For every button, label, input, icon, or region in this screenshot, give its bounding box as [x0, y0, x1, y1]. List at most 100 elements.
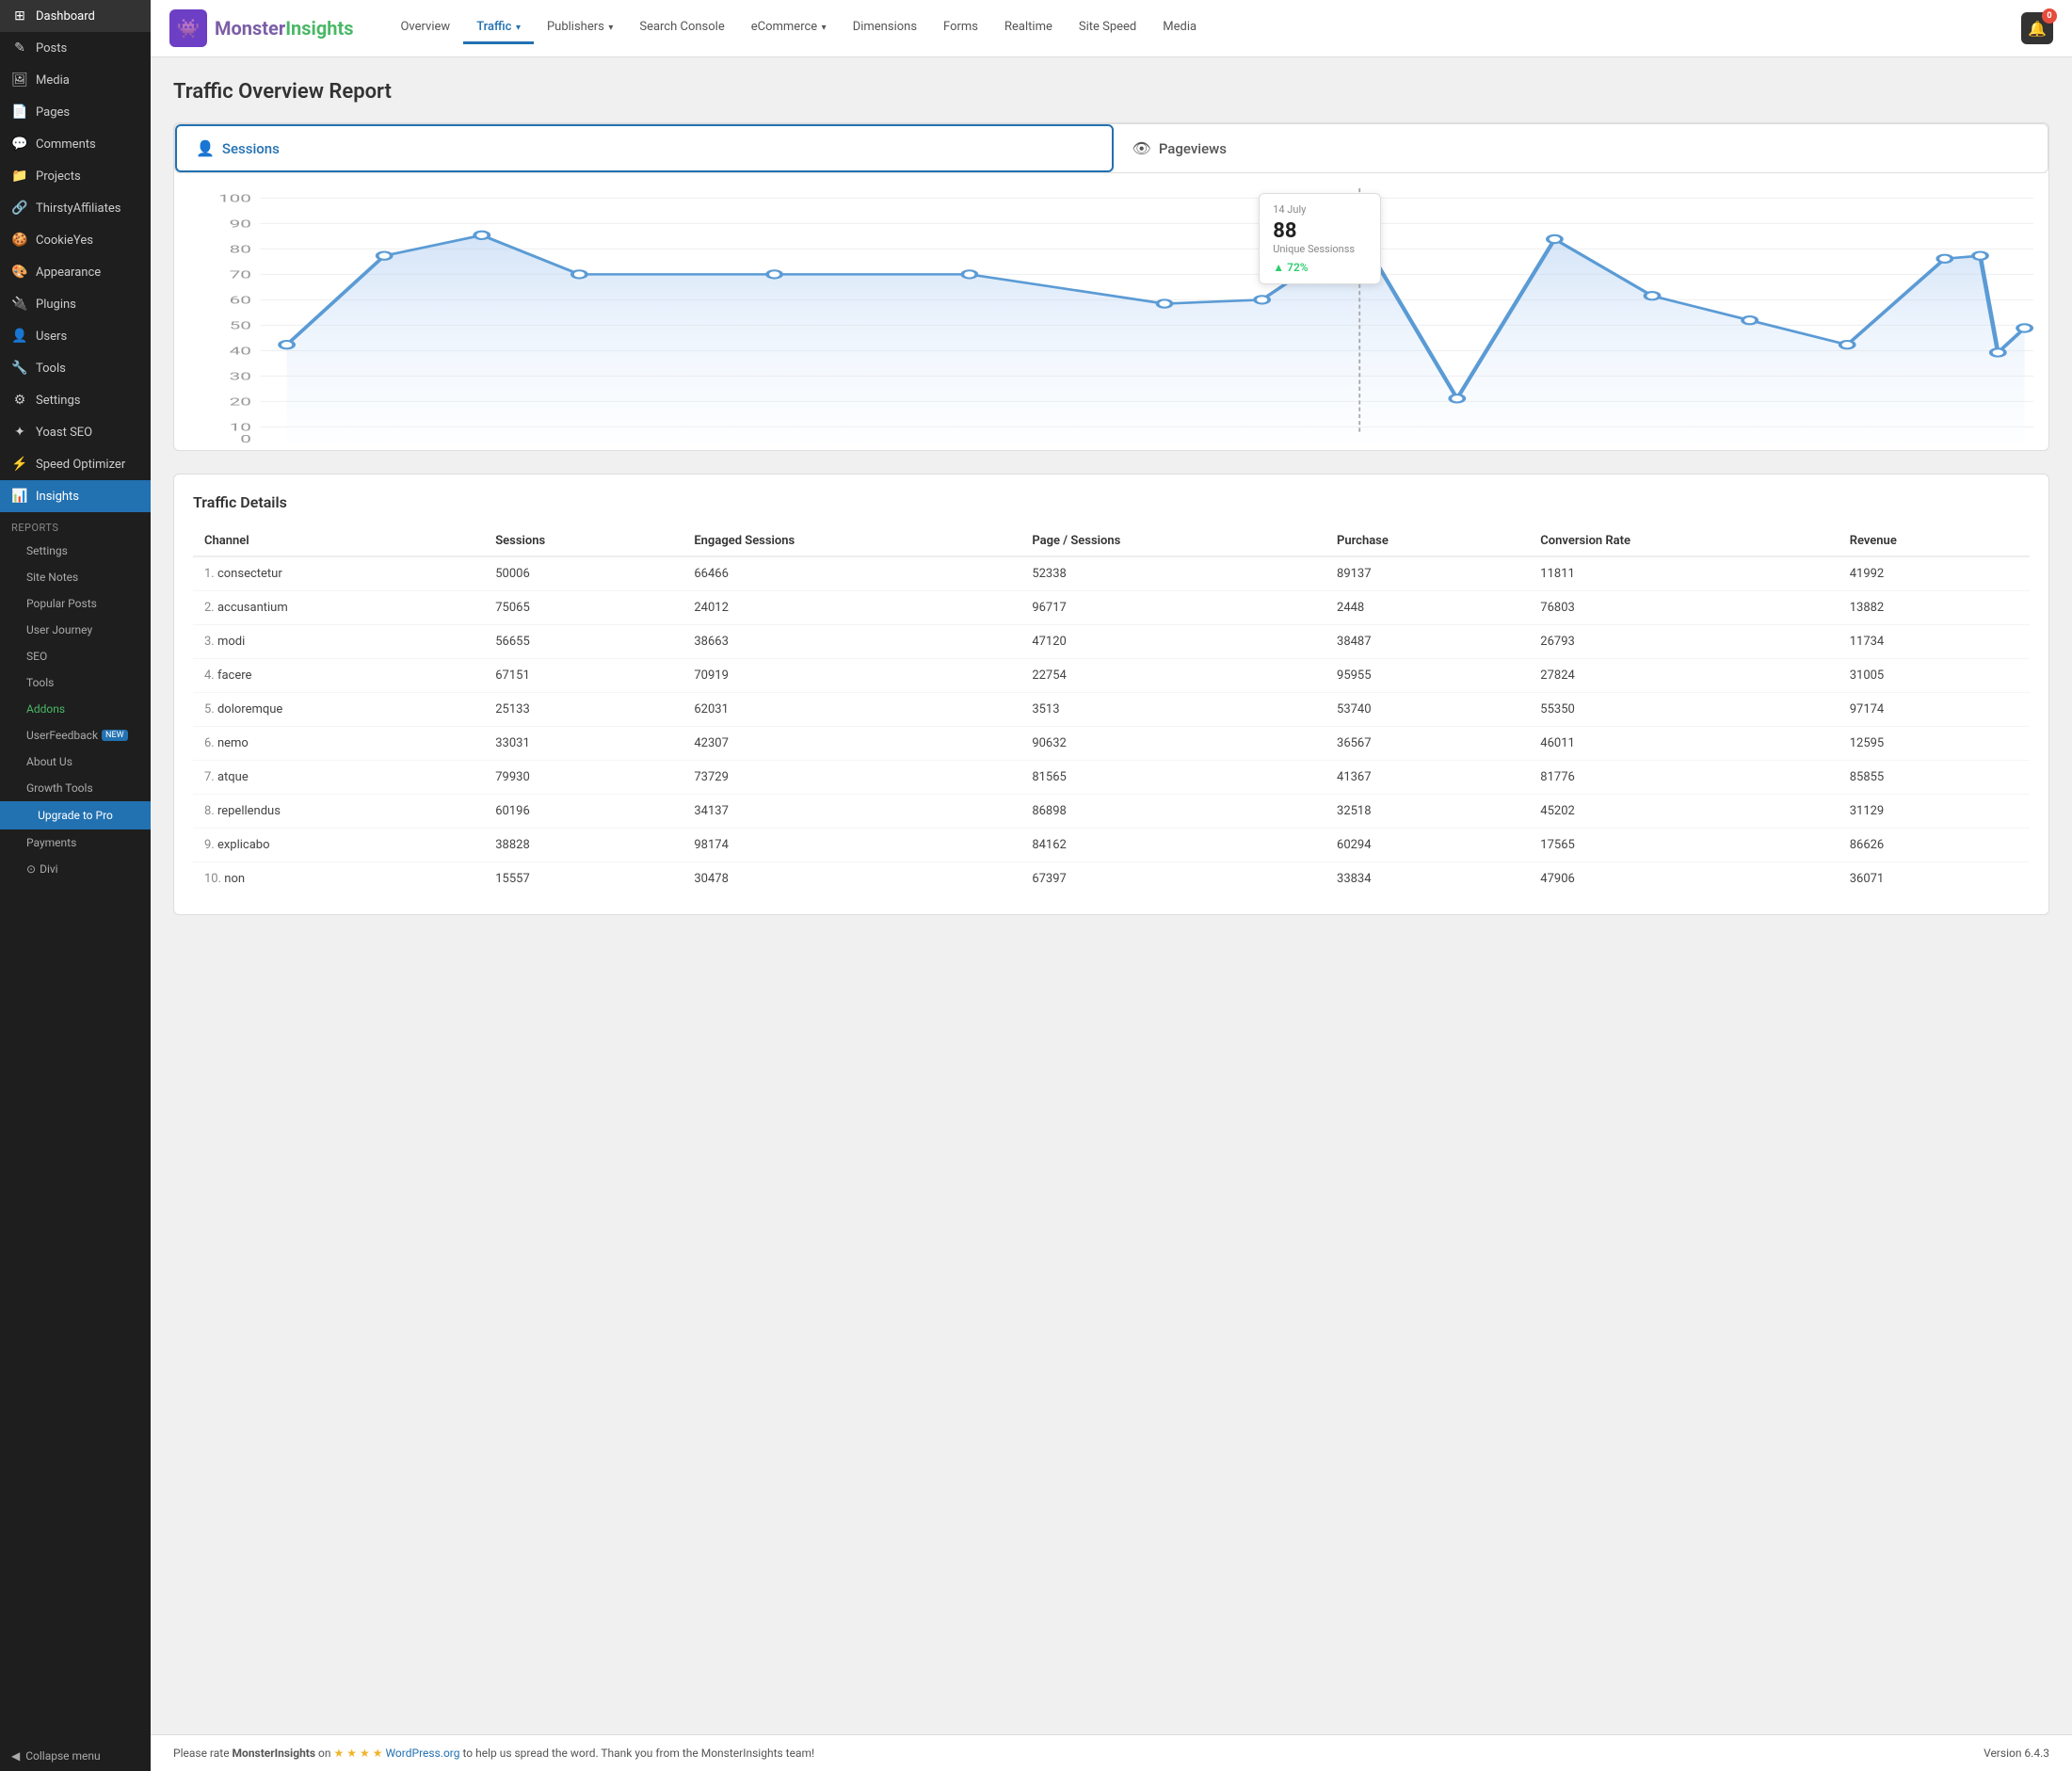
nav-tabs: Overview Traffic ▾ Publishers ▾ Search C…	[387, 12, 1210, 44]
table-header: Channel Sessions Engaged Sessions Page /…	[193, 526, 2030, 556]
cell-engaged: 70919	[683, 659, 1020, 693]
cell-sessions: 67151	[484, 659, 683, 693]
sidebar-sub-sitenotes[interactable]: Site Notes	[0, 564, 151, 590]
footer-text: Please rate MonsterInsights on ★ ★ ★ ★ W…	[173, 1747, 814, 1760]
tab-publishers[interactable]: Publishers ▾	[534, 12, 626, 44]
footer: Please rate MonsterInsights on ★ ★ ★ ★ W…	[151, 1734, 2072, 1771]
sidebar-sub-seo[interactable]: SEO	[0, 643, 151, 669]
sidebar-sub-userjourney[interactable]: User Journey	[0, 617, 151, 643]
upgrade-to-pro-button[interactable]: Upgrade to Pro	[0, 801, 151, 829]
table-row: 4. facere 67151 70919 22754 95955 27824 …	[193, 659, 2030, 693]
notification-badge: 0	[2042, 8, 2057, 24]
sidebar-item-users[interactable]: 👤 Users	[0, 320, 151, 352]
star1: ★	[333, 1747, 344, 1760]
sidebar-item-media[interactable]: 🖼 Media	[0, 64, 151, 96]
dashboard-icon: ⊞	[11, 8, 28, 24]
row-rank: 3.	[204, 635, 215, 649]
tab-realtime[interactable]: Realtime	[991, 12, 1066, 44]
tab-sitespeed[interactable]: Site Speed	[1066, 12, 1149, 44]
sidebar-sub-popularposts[interactable]: Popular Posts	[0, 590, 151, 617]
metric-tabs: 👤 Sessions 👁 Pageviews	[174, 123, 2048, 173]
cell-page-sessions: 90632	[1020, 727, 1325, 761]
row-rank: 8.	[204, 804, 215, 818]
table-row: 6. nemo 33031 42307 90632 36567 46011 12…	[193, 727, 2030, 761]
wordpress-link[interactable]: WordPress.org	[385, 1747, 459, 1760]
sidebar-item-tools[interactable]: 🔧 Tools	[0, 352, 151, 384]
cell-engaged: 38663	[683, 625, 1020, 659]
sidebar-item-comments[interactable]: 💬 Comments	[0, 128, 151, 160]
sidebar-item-thirstyaffiliates[interactable]: 🔗 ThirstyAffiliates	[0, 192, 151, 224]
sidebar-item-settings[interactable]: ⚙ Settings	[0, 384, 151, 416]
sidebar-sub-userfeedback[interactable]: UserFeedback NEW	[0, 722, 151, 749]
cell-purchase: 33834	[1325, 862, 1529, 896]
sidebar-payments[interactable]: Payments	[0, 829, 151, 856]
cell-page-sessions: 67397	[1020, 862, 1325, 896]
traffic-details: Traffic Details Channel Sessions Engaged…	[173, 474, 2049, 915]
cell-engaged: 66466	[683, 556, 1020, 591]
svg-text:60: 60	[230, 294, 251, 307]
table-row: 7. atque 79930 73729 81565 41367 81776 8…	[193, 761, 2030, 795]
table-row: 9. explicabo 38828 98174 84162 60294 175…	[193, 829, 2030, 862]
sidebar-item-posts[interactable]: ✎ Posts	[0, 32, 151, 64]
sidebar-divi[interactable]: ⊙ Divi	[0, 856, 151, 882]
cell-page-sessions: 81565	[1020, 761, 1325, 795]
collapse-menu-button[interactable]: ◀ Collapse menu	[0, 1741, 151, 1771]
cell-engaged: 62031	[683, 693, 1020, 727]
comments-icon: 💬	[11, 137, 28, 152]
cell-revenue: 31005	[1839, 659, 2030, 693]
notification-button[interactable]: 🔔 0	[2021, 12, 2053, 44]
main-content: 👾 MonsterInsights Overview Traffic ▾ Pub…	[151, 0, 2072, 1771]
sidebar-item-yoast[interactable]: ✦ Yoast SEO	[0, 416, 151, 448]
sidebar-item-cookieyes[interactable]: 🍪 CookieYes	[0, 224, 151, 256]
insights-icon: 📊	[11, 489, 28, 504]
sidebar-item-projects[interactable]: 📁 Projects	[0, 160, 151, 192]
cell-purchase: 41367	[1325, 761, 1529, 795]
sidebar-item-speed[interactable]: ⚡ Speed Optimizer	[0, 448, 151, 480]
traffic-arrow: ▾	[513, 23, 521, 33]
tab-traffic[interactable]: Traffic ▾	[463, 12, 534, 44]
cell-sessions: 15557	[484, 862, 683, 896]
sidebar-sub-aboutus[interactable]: About Us	[0, 749, 151, 775]
sidebar-sub-growthtools[interactable]: Growth Tools	[0, 775, 151, 801]
cell-sessions: 79930	[484, 761, 683, 795]
sidebar-item-insights[interactable]: 📊 Insights	[0, 480, 151, 512]
cell-revenue: 11734	[1839, 625, 2030, 659]
tab-overview[interactable]: Overview	[387, 12, 463, 44]
tab-search-console[interactable]: Search Console	[626, 12, 737, 44]
star4: ★	[373, 1747, 383, 1760]
sidebar-sub-settings[interactable]: Settings	[0, 538, 151, 564]
sidebar-item-plugins[interactable]: 🔌 Plugins	[0, 288, 151, 320]
tab-media[interactable]: Media	[1149, 12, 1210, 44]
ecommerce-arrow: ▾	[819, 23, 827, 33]
sidebar-item-appearance[interactable]: 🎨 Appearance	[0, 256, 151, 288]
row-rank: 10.	[204, 872, 221, 886]
sidebar-sub-addons[interactable]: Addons	[0, 696, 151, 722]
projects-icon: 📁	[11, 169, 28, 184]
pageviews-tab[interactable]: 👁 Pageviews	[1114, 124, 2048, 172]
svg-text:20: 20	[230, 395, 251, 409]
cell-revenue: 97174	[1839, 693, 2030, 727]
cell-revenue: 85855	[1839, 761, 2030, 795]
appearance-icon: 🎨	[11, 265, 28, 280]
tab-dimensions[interactable]: Dimensions	[840, 12, 930, 44]
sessions-tab[interactable]: 👤 Sessions	[175, 124, 1114, 172]
star2: ★	[346, 1747, 357, 1760]
yoast-icon: ✦	[11, 425, 28, 440]
logo-icon: 👾	[169, 9, 207, 47]
cell-conversion: 55350	[1529, 693, 1838, 727]
tab-ecommerce[interactable]: eCommerce ▾	[738, 12, 840, 44]
table-row: 2. accusantium 75065 24012 96717 2448 76…	[193, 591, 2030, 625]
svg-text:100: 100	[218, 192, 251, 205]
sidebar-item-pages[interactable]: 📄 Pages	[0, 96, 151, 128]
tab-forms[interactable]: Forms	[930, 12, 991, 44]
speed-icon: ⚡	[11, 457, 28, 472]
cell-revenue: 12595	[1839, 727, 2030, 761]
sidebar-sub-tools[interactable]: Tools	[0, 669, 151, 696]
row-rank: 5.	[204, 702, 215, 716]
sidebar-item-dashboard[interactable]: ⊞ Dashboard	[0, 0, 151, 32]
row-rank: 6.	[204, 736, 215, 750]
traffic-details-title: Traffic Details	[193, 493, 2030, 511]
cell-purchase: 89137	[1325, 556, 1529, 591]
version-text: Version 6.4.3	[1984, 1747, 2049, 1760]
cell-conversion: 81776	[1529, 761, 1838, 795]
